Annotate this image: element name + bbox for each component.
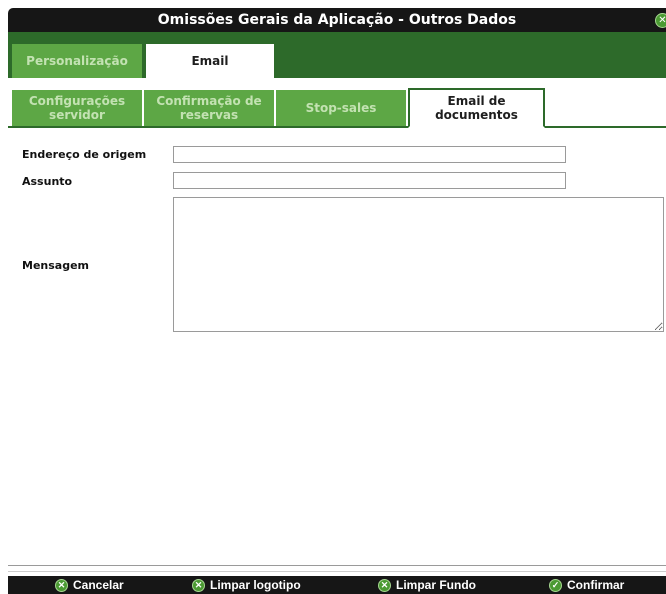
sub-tab-strip: Configurações servidor Confirmação de re… bbox=[8, 78, 666, 128]
title-bar: Omissões Gerais da Aplicação - Outros Da… bbox=[8, 8, 666, 32]
subject-input[interactable] bbox=[173, 172, 566, 189]
x-circle-icon: ✕ bbox=[55, 578, 68, 592]
confirm-button[interactable]: ✓ Confirmar bbox=[549, 577, 624, 593]
tab-email[interactable]: Email bbox=[144, 42, 276, 78]
dialog-window: Omissões Gerais da Aplicação - Outros Da… bbox=[0, 0, 666, 594]
subtab-label-line1: Confirmação de bbox=[156, 94, 262, 108]
subtab-label-line1: Configurações bbox=[28, 94, 126, 108]
subtab-email-documentos[interactable]: Email de documentos bbox=[408, 88, 545, 128]
subtab-label-line2: documentos bbox=[435, 108, 518, 122]
subtab-label-line1: Email de bbox=[447, 94, 506, 108]
subtab-configuracoes-servidor[interactable]: Configurações servidor bbox=[12, 90, 142, 126]
button-bar: ✕ Cancelar ✕ Limpar logotipo ✕ Limpar Fu… bbox=[8, 576, 666, 594]
check-circle-icon: ✓ bbox=[549, 578, 562, 592]
window-title: Omissões Gerais da Aplicação - Outros Da… bbox=[157, 12, 517, 28]
subtab-label-line2: servidor bbox=[49, 108, 105, 122]
message-label: Mensagem bbox=[22, 259, 90, 272]
close-icon[interactable]: ✕ bbox=[655, 13, 666, 28]
clear-logo-button[interactable]: ✕ Limpar logotipo bbox=[192, 577, 301, 593]
cancel-button[interactable]: ✕ Cancelar bbox=[55, 577, 124, 593]
clear-background-label: Limpar Fundo bbox=[396, 578, 476, 592]
confirm-label: Confirmar bbox=[567, 578, 625, 592]
clear-logo-label: Limpar logotipo bbox=[210, 578, 301, 592]
divider bbox=[8, 565, 666, 566]
subtab-label-line1: Stop-sales bbox=[305, 101, 377, 115]
origin-address-input[interactable] bbox=[173, 146, 566, 163]
subject-label: Assunto bbox=[22, 175, 73, 188]
cancel-label: Cancelar bbox=[73, 578, 124, 592]
clear-background-button[interactable]: ✕ Limpar Fundo bbox=[378, 577, 476, 593]
divider bbox=[8, 571, 666, 572]
message-textarea[interactable] bbox=[173, 197, 664, 332]
origin-address-label: Endereço de origem bbox=[22, 148, 147, 161]
subtab-stop-sales[interactable]: Stop-sales bbox=[276, 90, 406, 126]
x-circle-icon: ✕ bbox=[378, 578, 391, 592]
subtab-label-line2: reservas bbox=[179, 108, 239, 122]
tab-personalizacao[interactable]: Personalização bbox=[12, 44, 142, 78]
main-tab-strip: Personalização Email bbox=[8, 32, 666, 78]
subtab-confirmacao-reservas[interactable]: Confirmação de reservas bbox=[144, 90, 274, 126]
x-circle-icon: ✕ bbox=[192, 578, 205, 592]
email-documents-form: Endereço de origem Assunto Mensagem bbox=[8, 128, 666, 576]
